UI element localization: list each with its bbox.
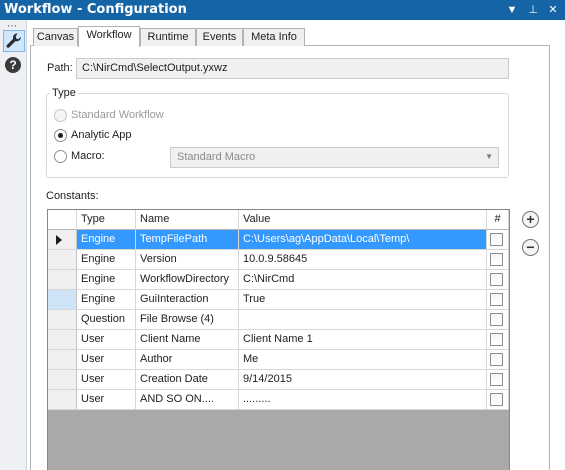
numeric-checkbox[interactable]: [490, 333, 503, 346]
table-row[interactable]: Engine WorkflowDirectory C:\NirCmd: [48, 270, 509, 290]
pin-icon[interactable]: ⊥: [526, 2, 540, 18]
help-icon[interactable]: ?: [5, 57, 21, 73]
cell-name[interactable]: GuiInteraction: [136, 290, 239, 310]
cell-value[interactable]: C:\NirCmd: [239, 270, 487, 290]
col-header-value[interactable]: Value: [239, 210, 487, 230]
tab-workflow[interactable]: Workflow: [78, 26, 140, 47]
cell-value[interactable]: [239, 310, 487, 330]
col-header-type[interactable]: Type: [77, 210, 136, 230]
tab-events[interactable]: Events: [196, 28, 243, 46]
macro-type-value: Standard Macro: [177, 151, 256, 163]
row-header[interactable]: [48, 270, 77, 290]
numeric-checkbox[interactable]: [490, 373, 503, 386]
cell-name[interactable]: Client Name: [136, 330, 239, 350]
tab-runtime[interactable]: Runtime: [140, 28, 196, 46]
cell-type[interactable]: User: [77, 370, 136, 390]
cell-name[interactable]: AND SO ON....: [136, 390, 239, 410]
row-header[interactable]: [48, 330, 77, 350]
tab-meta-info[interactable]: Meta Info: [243, 28, 305, 46]
analytic-app-label: Analytic App: [71, 129, 132, 141]
remove-constant-button[interactable]: −: [522, 239, 539, 256]
cell-type[interactable]: User: [77, 350, 136, 370]
cell-name[interactable]: Creation Date: [136, 370, 239, 390]
cell-value[interactable]: 10.0.9.58645: [239, 250, 487, 270]
title-bar: Workflow - Configuration ▼ ⊥ ✕: [0, 0, 565, 20]
cell-name[interactable]: File Browse (4): [136, 310, 239, 330]
cell-type[interactable]: Engine: [77, 230, 136, 250]
cell-name[interactable]: WorkflowDirectory: [136, 270, 239, 290]
col-header-hash[interactable]: #: [487, 210, 509, 230]
corner-cell: [48, 210, 77, 230]
row-header[interactable]: [48, 370, 77, 390]
path-label: Path:: [47, 62, 73, 74]
window-title: Workflow - Configuration: [4, 2, 187, 17]
table-row[interactable]: User Creation Date 9/14/2015: [48, 370, 509, 390]
macro-label: Macro:: [71, 150, 105, 162]
cell-value[interactable]: 9/14/2015: [239, 370, 487, 390]
table-row[interactable]: User Client Name Client Name 1: [48, 330, 509, 350]
row-header[interactable]: [48, 230, 77, 250]
cell-type[interactable]: Engine: [77, 270, 136, 290]
cell-type[interactable]: Question: [77, 310, 136, 330]
cell-value[interactable]: True: [239, 290, 487, 310]
numeric-checkbox[interactable]: [490, 233, 503, 246]
table-row[interactable]: Engine TempFilePath C:\Users\ag\AppData\…: [48, 230, 509, 250]
current-row-icon: [56, 235, 62, 245]
row-header[interactable]: [48, 290, 77, 310]
table-row[interactable]: Engine Version 10.0.9.58645: [48, 250, 509, 270]
path-field[interactable]: C:\NirCmd\SelectOutput.yxwz: [76, 58, 509, 79]
left-rail: ⋯ ?: [0, 20, 27, 470]
close-icon[interactable]: ✕: [546, 2, 560, 18]
numeric-checkbox[interactable]: [490, 353, 503, 366]
row-header[interactable]: [48, 310, 77, 330]
cell-value[interactable]: C:\Users\ag\AppData\Local\Temp\: [239, 230, 487, 250]
cell-type[interactable]: Engine: [77, 250, 136, 270]
standard-workflow-label: Standard Workflow: [71, 109, 164, 121]
row-header[interactable]: [48, 350, 77, 370]
constants-grid: Type Name Value # Engine TempFilePath C:…: [47, 209, 510, 470]
cell-type[interactable]: User: [77, 330, 136, 350]
cell-type[interactable]: User: [77, 390, 136, 410]
grid-header: Type Name Value #: [48, 210, 509, 230]
numeric-checkbox[interactable]: [490, 273, 503, 286]
table-row[interactable]: User Author Me: [48, 350, 509, 370]
table-row[interactable]: User AND SO ON.... .........: [48, 390, 509, 410]
macro-radio[interactable]: [54, 150, 67, 163]
chevron-down-icon: ▼: [485, 152, 493, 161]
cell-type[interactable]: Engine: [77, 290, 136, 310]
table-row[interactable]: Engine GuiInteraction True: [48, 290, 509, 310]
macro-type-select[interactable]: Standard Macro ▼: [170, 147, 499, 168]
add-constant-button[interactable]: +: [522, 211, 539, 228]
row-header[interactable]: [48, 250, 77, 270]
wrench-icon[interactable]: [3, 30, 25, 52]
standard-workflow-radio[interactable]: [54, 109, 67, 122]
cell-name[interactable]: Version: [136, 250, 239, 270]
col-header-name[interactable]: Name: [136, 210, 239, 230]
table-row[interactable]: Question File Browse (4): [48, 310, 509, 330]
numeric-checkbox[interactable]: [490, 393, 503, 406]
cell-value[interactable]: Client Name 1: [239, 330, 487, 350]
numeric-checkbox[interactable]: [490, 253, 503, 266]
type-group-title: Type: [50, 87, 78, 99]
tab-canvas[interactable]: Canvas: [33, 28, 78, 46]
cell-value[interactable]: Me: [239, 350, 487, 370]
numeric-checkbox[interactable]: [490, 293, 503, 306]
cell-value[interactable]: .........: [239, 390, 487, 410]
cell-name[interactable]: TempFilePath: [136, 230, 239, 250]
cell-name[interactable]: Author: [136, 350, 239, 370]
row-header[interactable]: [48, 390, 77, 410]
analytic-app-radio[interactable]: [54, 129, 67, 142]
constants-label: Constants:: [46, 190, 99, 202]
numeric-checkbox[interactable]: [490, 313, 503, 326]
dropdown-arrow-icon[interactable]: ▼: [505, 2, 519, 18]
